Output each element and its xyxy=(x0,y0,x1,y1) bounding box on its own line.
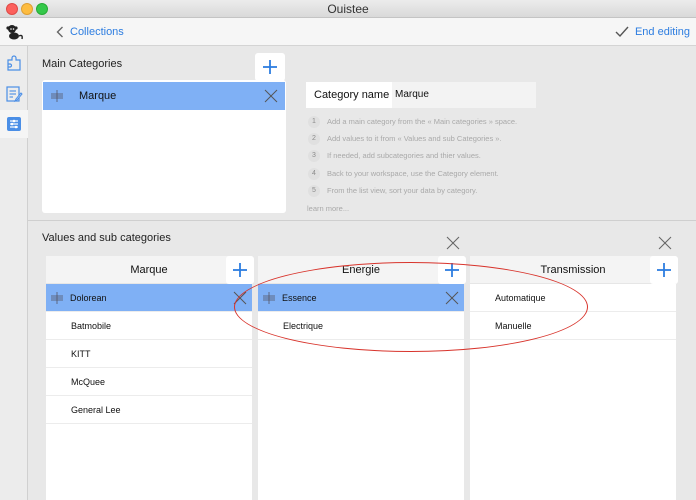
values-column-marque: Marque Dolorean Batmobile KITT McQuee Ge… xyxy=(46,256,252,500)
window-title: Ouistee xyxy=(327,2,369,16)
puzzle-icon xyxy=(7,55,21,71)
value-label: Automatique xyxy=(495,292,546,303)
add-value-button[interactable] xyxy=(650,256,678,284)
close-subcategory-icon[interactable] xyxy=(658,236,672,250)
plus-icon xyxy=(445,263,459,277)
main-category-row[interactable]: Marque xyxy=(43,82,285,110)
plus-icon xyxy=(233,263,247,277)
values-column-transmission: Transmission Automatique Manuelle xyxy=(470,256,676,500)
value-row[interactable]: Manuelle xyxy=(470,312,676,340)
left-rail xyxy=(0,46,28,500)
rail-item-puzzle[interactable] xyxy=(0,50,28,78)
value-row[interactable]: Batmobile xyxy=(46,312,252,340)
value-row[interactable]: Dolorean xyxy=(46,284,252,312)
delete-value-icon[interactable] xyxy=(232,290,248,306)
close-subcategory-icon[interactable] xyxy=(446,236,460,250)
help-step: 4 Back to your workspace, use the Catego… xyxy=(308,167,499,180)
value-label: Manuelle xyxy=(495,320,532,331)
step-number: 3 xyxy=(308,149,320,162)
step-text: Add values to it from « Values and sub C… xyxy=(327,134,502,143)
back-to-collections-button[interactable]: Collections xyxy=(56,24,124,40)
step-number: 1 xyxy=(308,115,320,128)
rail-item-categories[interactable] xyxy=(0,110,28,138)
add-main-category-button[interactable] xyxy=(255,53,285,81)
drag-handle-icon[interactable] xyxy=(49,290,65,306)
value-label: Essence xyxy=(282,292,317,303)
value-row[interactable]: McQuee xyxy=(46,368,252,396)
rail-item-form[interactable] xyxy=(0,80,28,108)
drag-handle-icon[interactable] xyxy=(261,290,277,306)
add-value-button[interactable] xyxy=(438,256,466,284)
column-header: Marque xyxy=(46,256,252,284)
step-number: 2 xyxy=(308,132,320,145)
drag-handle-icon[interactable] xyxy=(49,88,65,104)
plus-icon xyxy=(263,60,277,74)
value-label: Dolorean xyxy=(70,292,107,303)
monkey-logo-icon xyxy=(4,22,24,42)
edit-form-icon xyxy=(6,86,23,103)
value-label: McQuee xyxy=(71,376,106,387)
value-label: General Lee xyxy=(71,404,121,415)
main-category-label: Marque xyxy=(79,90,117,102)
value-row[interactable]: Automatique xyxy=(470,284,676,312)
values-title: Values and sub categories xyxy=(42,232,171,244)
column-header: Energie xyxy=(258,256,464,284)
value-label: Batmobile xyxy=(71,320,112,331)
step-text: From the list view, sort your data by ca… xyxy=(327,186,478,195)
back-button-label: Collections xyxy=(70,26,124,38)
chevron-left-icon xyxy=(56,26,63,38)
value-row[interactable]: General Lee xyxy=(46,396,252,424)
step-number: 4 xyxy=(308,167,320,180)
column-header: Transmission xyxy=(470,256,676,284)
value-row[interactable]: Electrique xyxy=(258,312,464,340)
step-text: Back to your workspace, use the Category… xyxy=(327,169,499,178)
help-step: 5 From the list view, sort your data by … xyxy=(308,184,477,197)
main-categories-title: Main Categories xyxy=(42,58,123,70)
values-column-energie: Energie Essence Electrique xyxy=(258,256,464,500)
value-row[interactable]: Essence xyxy=(258,284,464,312)
title-bar: Ouistee xyxy=(0,0,696,18)
main-categories-list: Marque xyxy=(42,80,286,213)
step-text: If needed, add subcategories and thier v… xyxy=(327,151,481,160)
step-text: Add a main category from the « Main cate… xyxy=(327,117,518,126)
toolbar: Collections End editing xyxy=(0,18,696,46)
value-label: KITT xyxy=(71,348,91,359)
step-number: 5 xyxy=(308,184,320,197)
end-editing-label: End editing xyxy=(634,26,690,38)
help-step: 1 Add a main category from the « Main ca… xyxy=(308,115,517,128)
learn-more-link[interactable]: learn more... xyxy=(307,204,349,213)
categories-icon xyxy=(7,117,21,131)
delete-category-icon[interactable] xyxy=(264,89,278,103)
category-name-label: Category name : xyxy=(306,82,392,127)
checkmark-icon xyxy=(615,26,629,38)
delete-value-icon[interactable] xyxy=(444,290,460,306)
help-step: 3 If needed, add subcategories and thier… xyxy=(308,149,481,162)
value-label: Electrique xyxy=(283,320,324,331)
help-step: 2 Add values to it from « Values and sub… xyxy=(308,132,502,145)
end-editing-button[interactable]: End editing xyxy=(615,22,690,42)
add-value-button[interactable] xyxy=(226,256,254,284)
value-row[interactable]: KITT xyxy=(46,340,252,368)
category-name-field[interactable]: Marque xyxy=(392,82,536,108)
plus-icon xyxy=(657,263,671,277)
